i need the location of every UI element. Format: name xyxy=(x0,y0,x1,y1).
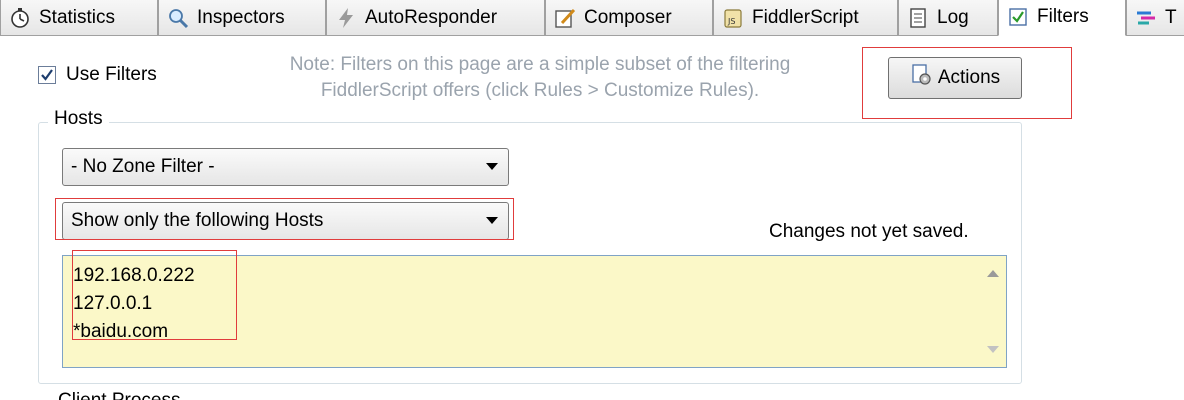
use-filters-checkbox[interactable] xyxy=(38,66,56,84)
checkmark-icon xyxy=(41,69,53,81)
tab-label: Composer xyxy=(584,6,672,28)
host-filter-select[interactable]: Show only the following Hosts xyxy=(62,202,509,240)
dropdown-arrow-icon xyxy=(486,217,498,224)
stopwatch-icon xyxy=(9,7,31,29)
hosts-textarea[interactable]: 192.168.0.222 127.0.0.1 *baidu.com xyxy=(62,255,1007,368)
tab-filters[interactable]: Filters xyxy=(998,0,1126,36)
scroll-down-icon[interactable] xyxy=(987,346,999,353)
use-filters-label: Use Filters xyxy=(66,64,157,85)
magnifier-icon xyxy=(167,7,189,29)
tab-label: T xyxy=(1165,6,1177,28)
tab-autoresponder[interactable]: AutoResponder xyxy=(326,0,545,36)
hosts-list: 192.168.0.222 127.0.0.1 *baidu.com xyxy=(73,262,195,346)
tab-statistics[interactable]: Statistics xyxy=(0,0,158,36)
checkbox-icon xyxy=(1007,6,1029,28)
use-filters-row[interactable]: Use Filters xyxy=(38,64,157,86)
js-scroll-icon: JS xyxy=(722,7,744,29)
pencil-note-icon xyxy=(554,7,576,29)
tab-label: Filters xyxy=(1037,6,1089,27)
hosts-scrollbar[interactable] xyxy=(980,256,1006,367)
host-filter-value: Show only the following Hosts xyxy=(71,210,324,231)
tab-composer[interactable]: Composer xyxy=(545,0,713,36)
hosts-legend: Hosts xyxy=(48,108,109,130)
log-page-icon xyxy=(907,7,929,29)
lightning-icon xyxy=(335,7,357,29)
host-entry: 192.168.0.222 xyxy=(73,265,195,286)
tab-label: Statistics xyxy=(39,6,116,28)
zone-filter-value: - No Zone Filter - xyxy=(71,156,215,177)
scroll-up-icon[interactable] xyxy=(987,270,999,277)
tab-strip: Statistics Inspectors AutoResponder Comp… xyxy=(0,0,1184,36)
tab-timeline[interactable]: T xyxy=(1126,0,1184,36)
client-process-legend: Client Process xyxy=(58,390,181,400)
note-line-2: FiddlerScript offers (click Rules > Cust… xyxy=(320,80,760,101)
tab-label: FiddlerScript xyxy=(752,6,859,28)
tab-label: AutoResponder xyxy=(365,6,498,28)
actions-label: Actions xyxy=(937,67,1001,88)
note-line-1: Note: Filters on this page are a simple … xyxy=(289,54,791,75)
tab-label: Log xyxy=(937,6,969,28)
actions-button[interactable]: Actions xyxy=(888,57,1022,99)
svg-text:JS: JS xyxy=(727,17,735,26)
actions-icon xyxy=(910,63,934,93)
tab-inspectors[interactable]: Inspectors xyxy=(158,0,326,36)
tab-label: Inspectors xyxy=(197,6,285,28)
host-entry: 127.0.0.1 xyxy=(73,293,153,314)
tab-fiddlerscript[interactable]: JS FiddlerScript xyxy=(713,0,898,36)
host-entry: *baidu.com xyxy=(73,321,169,342)
tab-log[interactable]: Log xyxy=(898,0,998,36)
filters-note: Note: Filters on this page are a simple … xyxy=(220,52,860,104)
zone-filter-select[interactable]: - No Zone Filter - xyxy=(62,148,509,186)
timeline-icon xyxy=(1135,7,1157,29)
dropdown-arrow-icon xyxy=(486,163,498,170)
save-status-text: Changes not yet saved. xyxy=(769,221,969,242)
